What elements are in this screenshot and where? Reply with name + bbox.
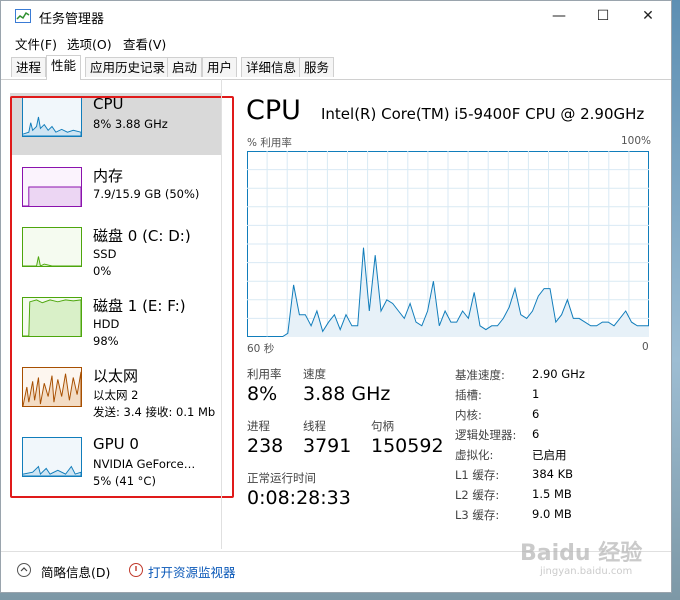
spec-value: 1 (532, 387, 540, 401)
uptime-label: 正常运行时间 (247, 471, 316, 485)
spec-value: 6 (532, 407, 540, 421)
close-button[interactable]: ✕ (626, 1, 670, 31)
spec-key: 基准速度: (455, 368, 505, 382)
spec-key: 逻辑处理器: (455, 428, 517, 442)
pane-divider[interactable] (221, 79, 222, 549)
tab-startup[interactable]: 启动 (167, 57, 203, 77)
menu-view[interactable]: 查看(V) (123, 34, 166, 53)
title-bar[interactable]: 任务管理器 — ☐ ✕ (1, 1, 671, 31)
graph-grid (247, 151, 649, 337)
spec-key: 内核: (455, 408, 482, 422)
tab-users[interactable]: 用户 (202, 57, 238, 77)
speed-label: 速度 (303, 367, 326, 381)
processes-value: 238 (247, 435, 284, 457)
spec-value: 1.5 MB (532, 487, 572, 501)
cpu-model-name: Intel(R) Core(TM) i5-9400F CPU @ 2.90GHz (321, 105, 645, 123)
graph-y-label: % 利用率 (247, 137, 292, 149)
tab-bar: 进程 性能 应用历史记录 启动 用户 详细信息 服务 (1, 55, 671, 80)
handles-label: 句柄 (371, 419, 394, 433)
task-manager-app-icon (15, 9, 31, 23)
handles-value: 150592 (371, 435, 444, 457)
cpu-utilization-graph (247, 151, 649, 337)
tab-services[interactable]: 服务 (299, 57, 335, 77)
task-manager-window: 任务管理器 — ☐ ✕ 文件(F) 选项(O) 查看(V) 进程 性能 应用历史… (0, 0, 672, 593)
graph-time-right: 0 (642, 341, 649, 353)
utilization-label: 利用率 (247, 367, 282, 381)
menu-file[interactable]: 文件(F) (15, 34, 57, 53)
speed-value: 3.88 GHz (303, 383, 391, 405)
utilization-value: 8% (247, 383, 278, 405)
highlight-annotation-box (10, 96, 234, 498)
detail-heading: CPU (246, 95, 301, 126)
minimize-button[interactable]: — (537, 1, 581, 31)
threads-label: 线程 (303, 419, 326, 433)
baidu-watermark: Baidu 经验 (520, 541, 643, 566)
graph-time-left: 60 秒 (247, 343, 275, 355)
fewer-details-link[interactable]: 简略信息(D) (41, 562, 110, 581)
spec-key: 虚拟化: (455, 448, 494, 462)
spec-value: 384 KB (532, 467, 574, 481)
tab-app-history[interactable]: 应用历史记录 (85, 57, 171, 77)
resource-monitor-icon (129, 563, 143, 577)
spec-value: 已启用 (532, 448, 567, 462)
open-resource-monitor-link[interactable]: 打开资源监视器 (148, 562, 236, 581)
tab-processes[interactable]: 进程 (11, 57, 47, 77)
spec-value: 2.90 GHz (532, 367, 585, 381)
threads-value: 3791 (303, 435, 352, 457)
uptime-value: 0:08:28:33 (247, 487, 351, 509)
spec-key: 插槽: (455, 388, 482, 402)
spec-value: 9.0 MB (532, 507, 572, 521)
window-title: 任务管理器 (39, 12, 105, 27)
menu-options[interactable]: 选项(O) (67, 34, 112, 53)
spec-key: L1 缓存: (455, 468, 500, 482)
processes-label: 进程 (247, 419, 270, 433)
spec-key: L2 缓存: (455, 488, 500, 502)
graph-y-max: 100% (621, 135, 652, 147)
maximize-button[interactable]: ☐ (581, 1, 625, 31)
spec-value: 6 (532, 427, 540, 441)
spec-key: L3 缓存: (455, 508, 500, 522)
tab-details[interactable]: 详细信息 (241, 57, 302, 77)
tab-performance[interactable]: 性能 (46, 55, 82, 80)
menu-bar: 文件(F) 选项(O) 查看(V) (1, 32, 671, 52)
chevron-up-icon[interactable] (17, 563, 31, 577)
baidu-watermark-url: jingyan.baidu.com (540, 566, 633, 577)
